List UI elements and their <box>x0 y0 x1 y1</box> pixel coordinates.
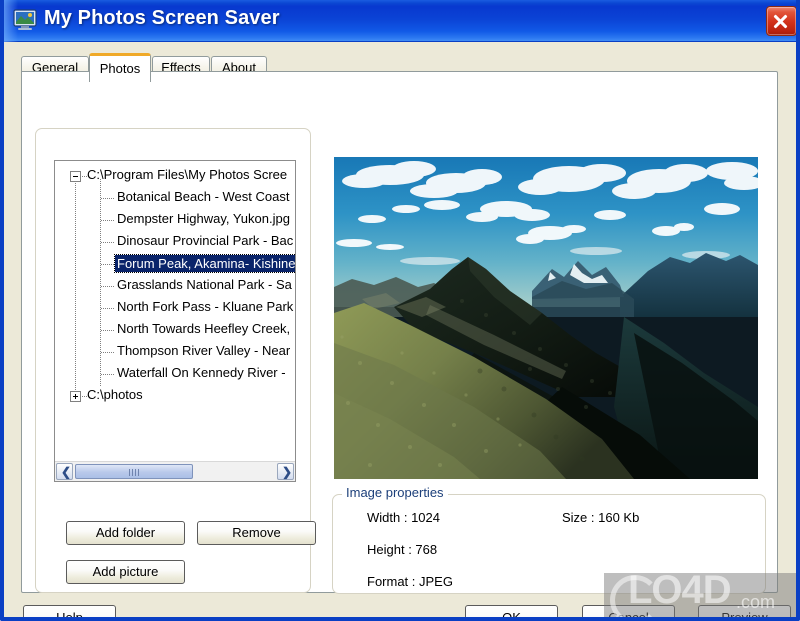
tree-item-label: North Fork Pass - Kluane Park <box>117 299 294 314</box>
tree-item-label: Waterfall On Kennedy River - <box>117 365 286 380</box>
tree-item-waterfall-kennedy-river[interactable]: Waterfall On Kennedy River - <box>55 363 295 385</box>
image-width-value: Width : 1024 <box>367 510 440 525</box>
tab-page-photos: C:\Program Files\My Photos Scree Botanic… <box>21 71 778 594</box>
scroll-right-icon[interactable]: ❯ <box>277 463 294 480</box>
tree-item-thompson-river-valley[interactable]: Thompson River Valley - Near <box>55 341 295 363</box>
tree-item-label: Grasslands National Park - Sa <box>117 277 292 292</box>
image-size-value: Size : 160 Kb <box>562 510 640 525</box>
image-properties-legend: Image properties <box>342 485 448 500</box>
tree-hline <box>101 374 114 375</box>
tree-hline <box>101 264 114 265</box>
tree-item-label: Forum Peak, Akamina- Kishine <box>113 254 295 273</box>
app-window: My Photos Screen Saver General Photos Ef… <box>0 0 800 621</box>
tree-hline <box>101 198 114 199</box>
add-picture-button[interactable]: Add picture <box>66 560 185 584</box>
image-format-value: Format : JPEG <box>367 574 453 589</box>
photo-tree-view[interactable]: C:\Program Files\My Photos Scree Botanic… <box>54 160 296 482</box>
client-area: General Photos Effects About C:\Program … <box>4 42 796 617</box>
tree-item-dempster-highway[interactable]: Dempster Highway, Yukon.jpg <box>55 209 295 231</box>
tree-item-root-c-photos[interactable]: C:\photos <box>55 385 295 407</box>
tree-hline <box>101 352 114 353</box>
tree-hline <box>101 330 114 331</box>
chevron-right-icon: ❯ <box>282 465 293 479</box>
expand-plus-icon[interactable] <box>70 391 81 402</box>
collapse-minus-icon[interactable] <box>70 171 81 182</box>
tree-hline <box>101 242 114 243</box>
tree-item-label: C:\Program Files\My Photos Scree <box>87 167 288 182</box>
tree-item-forum-peak[interactable]: Forum Peak, Akamina- Kishine <box>55 253 295 275</box>
tree-item-label: Dempster Highway, Yukon.jpg <box>117 211 290 226</box>
preview-frame <box>334 157 763 484</box>
chevron-left-icon: ❮ <box>61 465 72 479</box>
close-icon[interactable] <box>766 6 796 36</box>
cancel-button[interactable]: Cancel <box>582 605 675 617</box>
scrollbar-grip-icon <box>129 469 140 476</box>
ok-button[interactable]: OK <box>465 605 558 617</box>
tree-horizontal-scrollbar[interactable]: ❮ ❯ <box>55 461 295 481</box>
window-title: My Photos Screen Saver <box>44 7 280 29</box>
scrollbar-thumb[interactable] <box>75 464 193 479</box>
preview-button[interactable]: Preview <box>698 605 791 617</box>
monitor-photo-icon <box>13 9 37 31</box>
title-bar[interactable]: My Photos Screen Saver <box>4 0 796 42</box>
image-height-value: Height : 768 <box>367 542 438 557</box>
tree-item-label: Dinosaur Provincial Park - Bac <box>117 233 294 248</box>
tree-item-dinosaur-provincial-park[interactable]: Dinosaur Provincial Park - Bac <box>55 231 295 253</box>
tree-hline <box>101 220 114 221</box>
tree-item-label: Thompson River Valley - Near <box>117 343 291 358</box>
tree-item-label: Botanical Beach - West Coast <box>117 189 290 204</box>
tree-hline <box>101 308 114 309</box>
tree-item-grasslands-national-park[interactable]: Grasslands National Park - Sa <box>55 275 295 297</box>
remove-button[interactable]: Remove <box>197 521 316 545</box>
tab-photos[interactable]: Photos <box>89 53 151 82</box>
tree-item-root-program-files[interactable]: C:\Program Files\My Photos Scree <box>55 165 295 187</box>
tree-hline <box>101 286 114 287</box>
scroll-left-icon[interactable]: ❮ <box>56 463 73 480</box>
photo-preview <box>334 157 758 479</box>
add-folder-button[interactable]: Add folder <box>66 521 185 545</box>
tree-item-label: C:\photos <box>87 387 143 402</box>
tree-item-north-towards-heefley-creek[interactable]: North Towards Heefley Creek, <box>55 319 295 341</box>
tree-item-north-fork-pass[interactable]: North Fork Pass - Kluane Park <box>55 297 295 319</box>
tree-item-botanical-beach[interactable]: Botanical Beach - West Coast <box>55 187 295 209</box>
tree-item-label: North Towards Heefley Creek, <box>117 321 291 336</box>
help-button[interactable]: Help <box>23 605 116 617</box>
tree-item-list: C:\Program Files\My Photos Scree Botanic… <box>55 165 295 407</box>
